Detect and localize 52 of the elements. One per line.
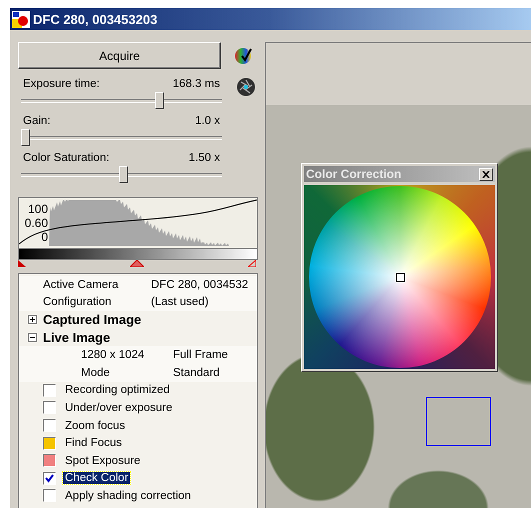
property-value: Full Frame [173,349,228,362]
slider-track[interactable] [21,128,222,148]
app-icon [12,10,30,28]
high-point-marker[interactable] [248,260,256,267]
checkbox[interactable] [43,401,56,414]
group-label[interactable]: Captured Image [43,312,142,328]
slider-reading: 1.0 x [195,114,220,126]
histogram-label: 100 [28,202,48,216]
option-label[interactable]: Find Focus [63,437,124,450]
checkbox[interactable] [43,419,56,432]
histogram-label: 0 [41,230,48,244]
option-label[interactable]: Recording optimized [63,384,172,396]
checkbox[interactable] [43,384,56,397]
histogram-label: 0.60 [24,216,48,230]
slider-thumb[interactable] [155,92,164,109]
acquire-button[interactable]: Acquire [18,42,221,69]
property-value: Standard [173,366,220,379]
color-picker-marker[interactable] [396,273,404,282]
close-icon [482,170,490,178]
color-wheel-icon[interactable] [233,46,253,66]
slider-reading: 1.50 x [188,152,220,164]
slider-track[interactable] [21,91,222,111]
close-button[interactable] [479,168,493,180]
slider-thumb[interactable] [118,166,128,183]
expand-icon[interactable] [28,315,37,324]
checkbox[interactable] [43,472,56,485]
property-label: 1280 x 1024 [81,349,146,362]
group-label[interactable]: Live Image [43,330,110,346]
property-label: Active Camera [43,278,120,291]
aperture-icon[interactable] [236,77,256,97]
window-title: DFC 280, 003453203 [33,12,158,26]
option-label[interactable]: Apply shading correction [63,490,193,502]
property-value: DFC 280, 0034532 [151,278,248,291]
slider-reading: 168.3 ms [172,78,220,90]
slider-label: Exposure time: [23,78,100,90]
slider-track[interactable] [21,165,222,185]
color-swatch[interactable] [43,436,56,450]
option-label[interactable]: Under/over exposure [63,402,174,414]
slider-label: Gain: [23,114,50,126]
slider-label: Color Saturation: [23,152,110,164]
collapse-icon[interactable] [28,333,37,342]
selection-rectangle[interactable] [426,397,491,446]
option-label[interactable]: Spot Exposure [63,454,142,467]
property-value: (Last used) [151,296,209,308]
color-swatch[interactable] [43,454,56,468]
slider-thumb[interactable] [21,129,30,146]
checkbox[interactable] [43,489,56,502]
window-title: Color Correction [306,167,402,181]
option-label[interactable]: Zoom focus [63,420,128,432]
property-label: Mode [81,366,111,379]
property-label: Configuration [43,296,112,308]
option-label[interactable]: Check Color [63,472,130,484]
